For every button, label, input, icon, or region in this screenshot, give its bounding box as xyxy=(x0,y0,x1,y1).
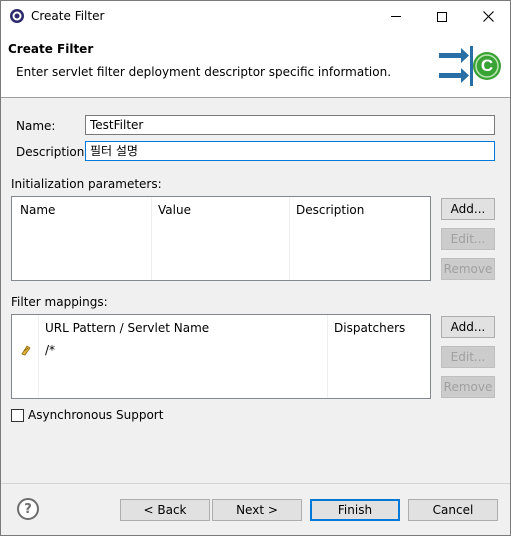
filter-mappings-edit-button[interactable]: Edit... xyxy=(441,346,495,368)
create-filter-dialog: Create Filter Create Filter Enter servle… xyxy=(0,0,511,536)
window-title: Create Filter xyxy=(31,9,105,23)
column-divider xyxy=(289,197,290,280)
init-params-table[interactable]: Name Value Description xyxy=(11,196,431,281)
name-field[interactable]: TestFilter xyxy=(85,115,495,135)
banner-description: Enter servlet filter deployment descript… xyxy=(16,65,392,79)
wizard-banner: Create Filter Enter servlet filter deplo… xyxy=(1,32,510,98)
next-button[interactable]: Next > xyxy=(212,499,302,521)
async-support-label[interactable]: Asynchronous Support xyxy=(28,408,163,422)
filter-mappings-label: Filter mappings: xyxy=(11,295,108,309)
init-params-edit-button[interactable]: Edit... xyxy=(441,228,495,250)
init-params-header-value[interactable]: Value xyxy=(158,203,191,217)
filter-mappings-header-pattern[interactable]: URL Pattern / Servlet Name xyxy=(45,321,209,335)
table-row[interactable]: /* xyxy=(12,341,430,359)
banner-title: Create Filter xyxy=(8,42,94,56)
init-params-header-name[interactable]: Name xyxy=(20,203,55,217)
maximize-icon xyxy=(437,11,447,22)
init-params-label: Initialization parameters: xyxy=(11,177,162,191)
filter-mappings-add-button[interactable]: Add... xyxy=(441,316,495,338)
title-bar: Create Filter xyxy=(1,1,510,32)
footer-divider xyxy=(1,483,510,484)
app-icon xyxy=(9,8,25,24)
init-params-remove-button[interactable]: Remove xyxy=(441,258,495,280)
cancel-button[interactable]: Cancel xyxy=(408,499,498,521)
filter-arrows-icon-letter: C xyxy=(480,56,494,75)
filter-mappings-table[interactable]: URL Pattern / Servlet Name Dispatchers /… xyxy=(11,314,431,399)
filter-mappings-header-dispatchers[interactable]: Dispatchers xyxy=(334,321,405,335)
init-params-add-button[interactable]: Add... xyxy=(441,198,495,220)
description-label: Description: xyxy=(16,145,89,159)
init-params-header-description[interactable]: Description xyxy=(296,203,364,217)
maximize-button[interactable] xyxy=(419,1,465,32)
finish-button[interactable]: Finish xyxy=(310,499,400,521)
help-icon[interactable]: ? xyxy=(17,498,39,520)
filter-mappings-remove-button[interactable]: Remove xyxy=(441,376,495,398)
column-divider xyxy=(151,197,152,280)
close-icon xyxy=(482,11,494,22)
async-support-checkbox[interactable] xyxy=(11,409,24,422)
minimize-button[interactable] xyxy=(373,1,419,32)
mapping-row-pattern: /* xyxy=(45,343,56,357)
mapping-row-icon xyxy=(20,344,32,356)
name-label: Name: xyxy=(16,119,56,133)
minimize-icon xyxy=(391,16,401,17)
close-button[interactable] xyxy=(465,1,511,32)
back-button[interactable]: < Back xyxy=(120,499,210,521)
description-field[interactable]: 필터 설명 xyxy=(85,141,495,161)
